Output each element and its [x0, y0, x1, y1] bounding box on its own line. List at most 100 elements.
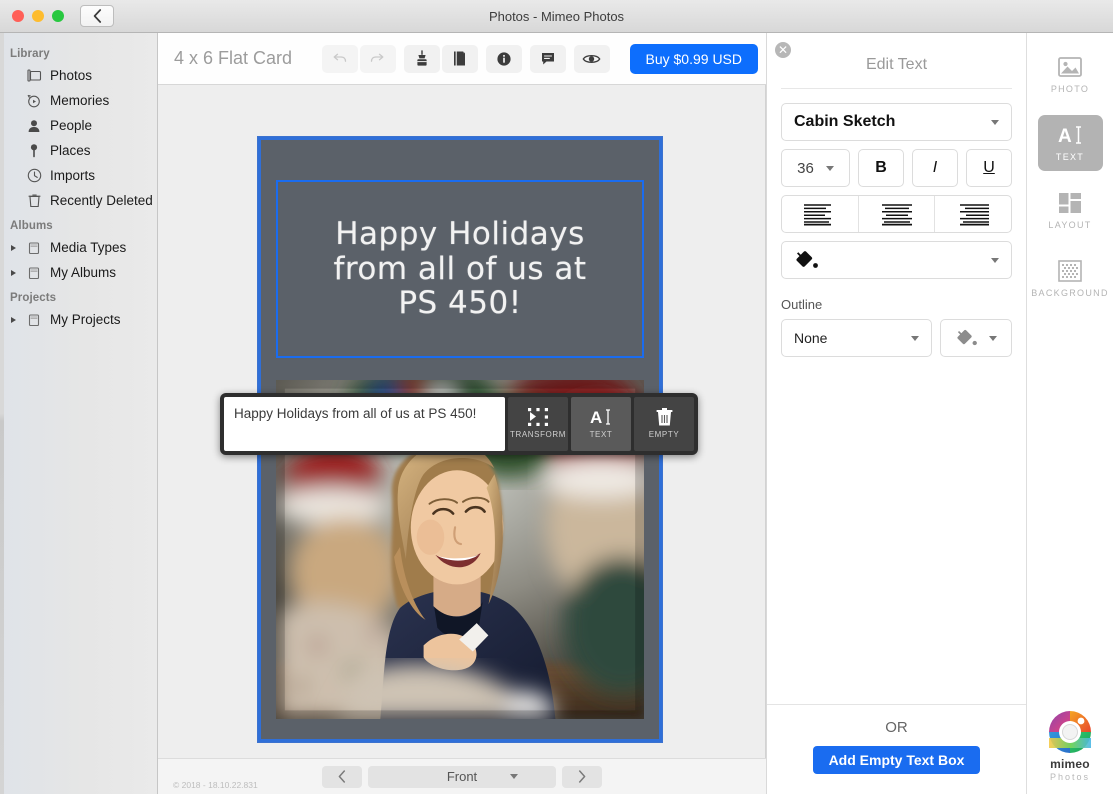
sidebar-item-label: Imports	[50, 168, 96, 183]
info-icon	[496, 51, 511, 66]
rail-item-label: TEXT	[1055, 152, 1085, 162]
svg-text:A: A	[590, 408, 602, 427]
brush-icon	[416, 50, 427, 66]
comment-button[interactable]	[529, 44, 566, 73]
preview-button[interactable]	[573, 44, 610, 73]
outline-style-select[interactable]: None	[781, 319, 932, 357]
window-title: Photos - Mimeo Photos	[488, 8, 625, 24]
rail-item-photo[interactable]: PHOTO	[1038, 47, 1103, 103]
rail-item-layout[interactable]: LAYOUT	[1038, 183, 1103, 239]
outline-color-select[interactable]	[940, 319, 1012, 357]
disclosure-triangle-icon[interactable]	[8, 269, 18, 276]
people-icon	[25, 119, 43, 133]
previous-page-button[interactable]	[322, 765, 362, 788]
imports-clock-icon	[25, 168, 43, 183]
close-panel-button[interactable]: ✕	[775, 42, 791, 58]
popup-text-button[interactable]: A TEXT	[571, 397, 631, 451]
card-text-line-3: PS 450!	[398, 285, 522, 322]
canvas-area[interactable]: Happy Holidays from all of us at PS 450!	[158, 85, 766, 758]
page-select-value: Front	[446, 769, 478, 784]
page-select[interactable]: Front	[368, 765, 556, 788]
font-family-select[interactable]: Cabin Sketch	[781, 103, 1012, 141]
book-button[interactable]	[441, 44, 478, 73]
paint-bucket-icon	[796, 251, 818, 268]
chevron-left-icon	[93, 9, 101, 23]
popup-transform-button[interactable]: TRANSFORM	[508, 397, 568, 451]
photo-icon	[1058, 57, 1082, 77]
sidebar-item-label: Recently Deleted	[50, 193, 153, 208]
add-empty-text-box-button[interactable]: Add Empty Text Box	[812, 746, 981, 774]
italic-button[interactable]: I	[912, 149, 958, 187]
card-text-line-2: from all of us at	[333, 250, 587, 287]
align-right-button[interactable]	[935, 196, 1011, 232]
buy-button[interactable]: Buy $0.99 USD	[629, 43, 758, 74]
outline-style-value: None	[794, 330, 828, 346]
page-navigator: Front	[158, 765, 766, 788]
sidebar-item-my-albums[interactable]: My Albums	[0, 260, 157, 285]
mimeo-brand-name: mimeo	[1050, 757, 1090, 771]
card-text-box[interactable]: Happy Holidays from all of us at PS 450!	[276, 180, 644, 358]
album-icon	[25, 313, 43, 327]
left-sidebar: Library Photos Memories People Places Im…	[0, 33, 158, 794]
trash-icon	[25, 193, 43, 208]
text-align-group	[781, 195, 1012, 233]
font-size-value: 36	[797, 159, 814, 177]
font-family-value: Cabin Sketch	[794, 113, 896, 130]
redo-button[interactable]	[359, 44, 396, 73]
traffic-lights	[0, 10, 64, 22]
align-left-icon	[803, 204, 831, 226]
text-color-select[interactable]	[781, 241, 1012, 279]
undo-button[interactable]	[321, 44, 358, 73]
sidebar-item-people[interactable]: People	[0, 113, 157, 138]
sidebar-item-photos[interactable]: Photos	[0, 63, 157, 88]
rail-item-text[interactable]: A TEXT	[1037, 115, 1103, 171]
underline-button[interactable]: U	[966, 149, 1012, 187]
font-size-select[interactable]: 36	[781, 149, 850, 187]
sidebar-item-places[interactable]: Places	[0, 138, 157, 163]
mimeo-logo-icon	[1049, 711, 1091, 753]
next-page-button[interactable]	[562, 765, 602, 788]
info-button[interactable]	[485, 44, 522, 73]
sidebar-item-label: Media Types	[50, 240, 127, 255]
rail-item-label: LAYOUT	[1048, 220, 1092, 230]
sidebar-item-imports[interactable]: Imports	[0, 163, 157, 188]
zoom-window-button[interactable]	[52, 10, 64, 22]
layout-icon	[1059, 193, 1081, 213]
sidebar-section-albums: Albums	[10, 220, 53, 232]
rail-item-background[interactable]: BACKGROUND	[1031, 251, 1107, 307]
brush-button[interactable]	[403, 44, 440, 73]
align-left-button[interactable]	[782, 196, 859, 232]
svg-text:A: A	[1058, 126, 1072, 146]
back-button[interactable]	[80, 5, 114, 27]
bold-button[interactable]: B	[858, 149, 904, 187]
rail-item-label: BACKGROUND	[1031, 288, 1109, 298]
sidebar-section-library: Library	[10, 48, 50, 60]
align-center-button[interactable]	[859, 196, 936, 232]
comment-group	[529, 44, 566, 73]
sidebar-item-memories[interactable]: Memories	[0, 88, 157, 113]
sidebar-section-projects: Projects	[10, 292, 57, 304]
or-label: OR	[885, 719, 908, 736]
outline-label: Outline	[781, 297, 823, 312]
text-edit-popup[interactable]: Happy Holidays from all of us at PS 450!	[220, 393, 698, 455]
sidebar-item-my-projects[interactable]: My Projects	[0, 307, 157, 332]
disclosure-triangle-icon[interactable]	[8, 244, 18, 251]
chevron-down-icon	[989, 335, 997, 341]
chevron-right-icon	[578, 770, 586, 783]
disclosure-triangle-icon[interactable]	[8, 316, 18, 323]
sidebar-item-media-types[interactable]: Media Types	[0, 235, 157, 260]
chevron-down-icon	[825, 165, 834, 171]
document-toolbar: 4 x 6 Flat Card Buy $0.99 USD	[158, 33, 766, 85]
popup-text-input[interactable]: Happy Holidays from all of us at PS 450!	[224, 397, 505, 451]
sidebar-item-label: Places	[50, 143, 91, 158]
popup-button-label: TRANSFORM	[509, 430, 567, 439]
close-window-button[interactable]	[12, 10, 24, 22]
preview-group	[573, 44, 610, 73]
album-icon	[25, 241, 43, 255]
popup-empty-button[interactable]: EMPTY	[634, 397, 694, 451]
popup-button-label: TEXT	[589, 430, 613, 439]
sidebar-item-recently-deleted[interactable]: Recently Deleted	[0, 188, 157, 213]
title-bar: Photos - Mimeo Photos	[0, 0, 1113, 33]
minimize-window-button[interactable]	[32, 10, 44, 22]
info-group	[485, 44, 522, 73]
